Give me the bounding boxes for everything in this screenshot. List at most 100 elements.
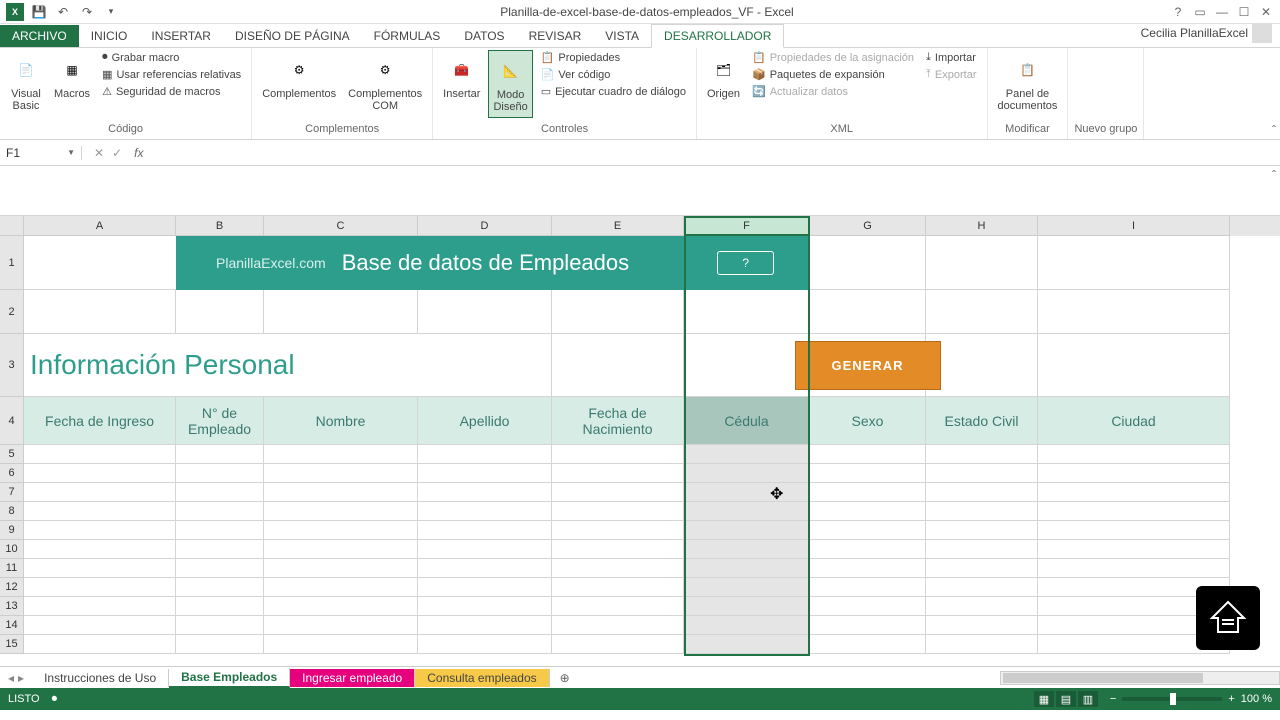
cell[interactable] [810, 521, 926, 540]
cell[interactable] [1038, 540, 1230, 559]
row-header[interactable]: 2 [0, 290, 24, 334]
cell[interactable] [926, 559, 1038, 578]
cell[interactable] [1038, 483, 1230, 502]
cell[interactable] [24, 502, 176, 521]
cell[interactable] [552, 540, 684, 559]
cell[interactable] [264, 464, 418, 483]
cell[interactable] [810, 483, 926, 502]
cell[interactable] [684, 464, 810, 483]
sheet-nav[interactable]: ◂▸ [0, 671, 32, 685]
row-header[interactable]: 13 [0, 597, 24, 616]
undo-icon[interactable]: ↶ [54, 3, 72, 21]
row-header[interactable]: 4 [0, 397, 24, 445]
zoom-slider[interactable] [1122, 697, 1222, 701]
insert-control-button[interactable]: 🧰 Insertar [439, 50, 484, 104]
col-header[interactable]: H [926, 216, 1038, 236]
cell[interactable] [684, 483, 810, 502]
row-header[interactable]: 5 [0, 445, 24, 464]
cell[interactable] [24, 597, 176, 616]
record-macro-button[interactable]: ⏺Grabar macro [98, 50, 245, 65]
cell[interactable] [926, 502, 1038, 521]
cell[interactable] [418, 616, 552, 635]
row-header[interactable]: 1 [0, 236, 24, 290]
page-break-view-icon[interactable]: ▥ [1078, 691, 1098, 707]
tab-developer[interactable]: DESARROLLADOR [651, 24, 784, 48]
cell[interactable] [926, 464, 1038, 483]
cell[interactable] [684, 635, 810, 654]
spreadsheet-grid[interactable]: ABCDEFGHI1 PlanillaExcel.com Base de dat… [0, 216, 1280, 666]
cell[interactable] [418, 502, 552, 521]
cell[interactable] [418, 540, 552, 559]
cell[interactable] [418, 521, 552, 540]
accept-formula-icon[interactable]: ✓ [112, 146, 122, 160]
properties-button[interactable]: 📋Propiedades [537, 50, 690, 65]
cell[interactable] [176, 559, 264, 578]
cell[interactable] [264, 540, 418, 559]
formula-input[interactable] [151, 140, 1280, 165]
xml-source-button[interactable]: 🗂 Origen [703, 50, 744, 104]
cell[interactable] [24, 616, 176, 635]
cell[interactable] [926, 616, 1038, 635]
cell[interactable] [684, 559, 810, 578]
collapse-ribbon-icon[interactable]: ˆ [1272, 123, 1276, 137]
cell[interactable] [176, 540, 264, 559]
cell[interactable] [552, 445, 684, 464]
cell[interactable] [176, 635, 264, 654]
cell[interactable] [418, 464, 552, 483]
document-panel-button[interactable]: 📋 Panel de documentos [994, 50, 1062, 116]
sheet-ingresar[interactable]: Ingresar empleado [290, 669, 415, 687]
cell[interactable] [24, 521, 176, 540]
cell[interactable] [926, 521, 1038, 540]
cell[interactable] [24, 635, 176, 654]
cell[interactable] [810, 540, 926, 559]
cell[interactable] [24, 483, 176, 502]
normal-view-icon[interactable]: ▦ [1034, 691, 1054, 707]
cell[interactable] [24, 540, 176, 559]
cell[interactable] [264, 559, 418, 578]
qat-dropdown-icon[interactable]: ▾ [102, 3, 120, 21]
cell[interactable] [418, 597, 552, 616]
cell[interactable] [264, 616, 418, 635]
chevron-down-icon[interactable]: ▼ [67, 148, 75, 157]
cell[interactable] [926, 483, 1038, 502]
row-header[interactable]: 8 [0, 502, 24, 521]
zoom-level[interactable]: 100 % [1241, 693, 1272, 705]
name-box[interactable]: F1▼ [0, 146, 82, 160]
cell[interactable] [264, 578, 418, 597]
row-header[interactable]: 14 [0, 616, 24, 635]
col-header[interactable]: A [24, 216, 176, 236]
cell[interactable] [176, 578, 264, 597]
sheet-consulta[interactable]: Consulta empleados [415, 669, 549, 687]
cell[interactable] [176, 502, 264, 521]
col-header[interactable]: G [810, 216, 926, 236]
cell[interactable] [176, 445, 264, 464]
row-header[interactable]: 12 [0, 578, 24, 597]
run-dialog-button[interactable]: ▭Ejecutar cuadro de diálogo [537, 84, 690, 99]
cell[interactable] [926, 445, 1038, 464]
cell[interactable] [264, 445, 418, 464]
row-header[interactable]: 15 [0, 635, 24, 654]
cell[interactable] [1038, 464, 1230, 483]
macro-security-button[interactable]: ⚠Seguridad de macros [98, 84, 245, 99]
col-header[interactable]: B [176, 216, 264, 236]
cell[interactable] [810, 445, 926, 464]
cell[interactable] [418, 635, 552, 654]
cell[interactable] [418, 578, 552, 597]
zoom-out-icon[interactable]: − [1110, 693, 1116, 705]
cell[interactable] [24, 578, 176, 597]
cell[interactable] [24, 445, 176, 464]
row-header[interactable]: 7 [0, 483, 24, 502]
expansion-packs-button[interactable]: 📦Paquetes de expansión [748, 67, 918, 82]
cell[interactable] [264, 521, 418, 540]
tab-layout[interactable]: DISEÑO DE PÁGINA [223, 25, 362, 47]
cell[interactable] [810, 502, 926, 521]
cell[interactable] [810, 597, 926, 616]
fx-icon[interactable]: fx [134, 146, 151, 160]
cell[interactable] [810, 578, 926, 597]
cell[interactable] [926, 597, 1038, 616]
tab-review[interactable]: REVISAR [517, 25, 594, 47]
sheet-base-empleados[interactable]: Base Empleados [169, 668, 290, 688]
cell[interactable] [176, 597, 264, 616]
cell[interactable] [810, 559, 926, 578]
cell[interactable] [926, 635, 1038, 654]
